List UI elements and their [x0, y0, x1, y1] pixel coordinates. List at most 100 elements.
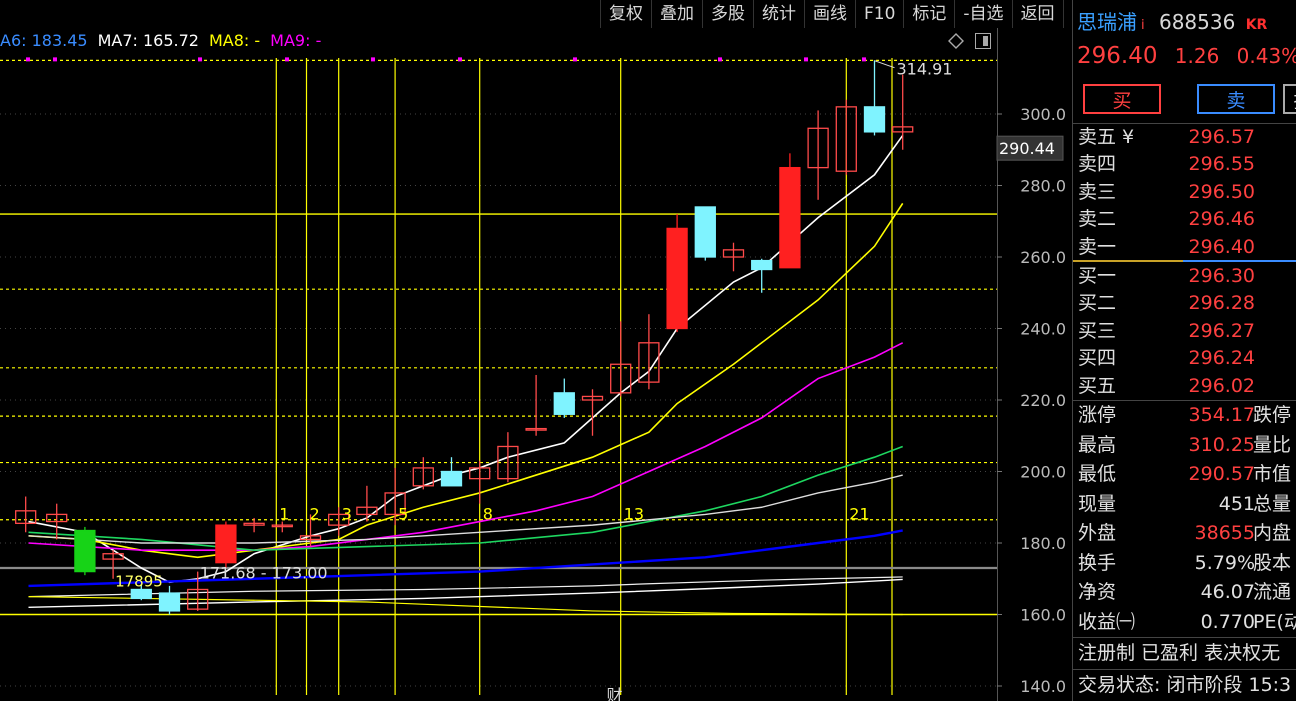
toolbar-button[interactable]: 叠加: [652, 0, 703, 28]
candle-body: [130, 588, 152, 600]
top-marker: [371, 57, 375, 62]
y-tick-label: 160.0: [1020, 606, 1066, 625]
fib-label: 1: [279, 505, 289, 524]
footer-tags: 注册制 已盈利 表决权无: [1078, 642, 1281, 664]
current-price: 296.40: [1077, 43, 1158, 69]
stat-value: 5.79%: [1194, 551, 1255, 574]
top-marker: [718, 57, 722, 62]
book-level-price: 296.28: [1188, 292, 1255, 315]
ma-legend: A6: 183.45 MA7: 165.72 MA8: - MA9: -: [0, 30, 331, 52]
stat-label-secondary: 跌停: [1253, 404, 1292, 426]
fib-label: 8: [483, 505, 493, 524]
y-tick-label: 140.0: [1020, 677, 1066, 696]
toolbar-button[interactable]: 统计: [754, 0, 805, 28]
ma-legend-item: MA7: 165.72: [97, 31, 199, 50]
fib-label: 2: [310, 505, 320, 524]
candle-body: [553, 392, 575, 415]
toolbar-button[interactable]: 多股: [703, 0, 754, 28]
toolbar-button[interactable]: 标记: [904, 0, 956, 28]
current-price-label: 290.44: [999, 139, 1055, 158]
book-level-price: 296.24: [1188, 347, 1255, 370]
ma-line: [28, 474, 903, 544]
stat-row: 换手 5.79% 股本: [1073, 550, 1296, 577]
quote-panel: 思瑞浦 i 688536 KR 296.40 1.26 0.43% 买 卖 撤 卖…: [1072, 0, 1296, 701]
stat-value: 46.07: [1200, 581, 1255, 603]
stat-label-secondary: 股本: [1253, 551, 1292, 574]
stat-label-secondary: 流通: [1253, 581, 1292, 603]
cancel-order-button[interactable]: 撤: [1283, 84, 1296, 114]
bid-row[interactable]: 买二 296.28: [1073, 290, 1296, 317]
stat-label: 涨停: [1078, 404, 1117, 426]
candle-body: [74, 529, 96, 573]
toolbar-button[interactable]: F10: [856, 0, 905, 28]
stat-label-secondary: 总量: [1253, 492, 1292, 515]
stat-value: 354.17: [1188, 404, 1255, 426]
stat-label: 最低: [1078, 463, 1117, 485]
top-marker: [573, 57, 577, 62]
toolbar-button[interactable]: -自选: [955, 0, 1013, 28]
stat-label: 收益㈠: [1078, 610, 1136, 633]
stock-name: 思瑞浦: [1077, 10, 1137, 34]
candle-body: [440, 470, 463, 487]
top-marker: [285, 57, 289, 62]
top-marker: [53, 57, 57, 62]
book-level-label: 买一: [1078, 265, 1117, 287]
candle-body: [694, 206, 716, 258]
trade-status: 交易状态: 闭市阶段 15:3: [1078, 674, 1292, 696]
candle-body: [779, 166, 801, 269]
price-change: 1.26: [1174, 44, 1220, 68]
toolbar-button[interactable]: 返回: [1013, 0, 1064, 28]
buy-button[interactable]: 买: [1083, 84, 1161, 114]
stat-row: 最高 310.25 量比: [1073, 432, 1296, 459]
y-tick-label: 260.0: [1020, 248, 1066, 267]
book-level-price: 296.02: [1188, 374, 1255, 397]
ask-row[interactable]: 卖四 296.55: [1073, 151, 1296, 178]
quote-line: 296.40 1.26 0.43%: [1077, 42, 1296, 70]
fib-label: 3: [342, 505, 352, 524]
y-tick-label: 220.0: [1020, 391, 1066, 410]
toolbar-button[interactable]: 画线: [805, 0, 856, 28]
ask-row[interactable]: 卖二 296.46: [1073, 206, 1296, 233]
ask-row[interactable]: 卖三 296.50: [1073, 179, 1296, 206]
book-level-label: 卖五 ¥: [1078, 126, 1135, 148]
bottom-mark: 财: [607, 686, 623, 701]
bid-row[interactable]: 买一 296.30: [1073, 263, 1296, 290]
ma-line: [28, 134, 904, 584]
stat-row: 涨停 354.17 跌停: [1073, 402, 1296, 429]
stat-row: 净资 46.07 流通: [1073, 579, 1296, 606]
y-tick-label: 300.0: [1020, 105, 1066, 124]
stat-label-secondary: PE(动: [1253, 610, 1296, 633]
toolbar-button[interactable]: 复权: [601, 0, 652, 28]
stat-row: 现量 451 总量: [1073, 491, 1296, 518]
candlestick-chart[interactable]: 300.0 280.0 260.0 240.0 220.0 200.0 180.0 160.0…: [0, 0, 1072, 701]
stat-row: 最低 290.57 市值: [1073, 461, 1296, 488]
bid-row[interactable]: 买四 296.24: [1073, 345, 1296, 372]
price-change-pct: 0.43%: [1236, 44, 1296, 68]
ma-legend-item: MA8: -: [208, 31, 261, 50]
stat-label: 最高: [1078, 433, 1117, 456]
book-level-price: 296.55: [1188, 153, 1255, 176]
book-level-label: 卖四: [1078, 153, 1117, 176]
stat-label-secondary: 内盘: [1253, 522, 1292, 544]
ask-row[interactable]: 卖五 ¥ 296.57: [1073, 124, 1296, 151]
panel-toggle-icon[interactable]: [975, 33, 991, 49]
stat-row: 外盘 38655 内盘: [1073, 520, 1296, 547]
diamond-icon[interactable]: [948, 33, 964, 49]
stat-row: 收益㈠ 0.770PE(动: [1073, 609, 1296, 636]
book-divider: [1073, 260, 1296, 262]
sell-button[interactable]: 卖: [1197, 84, 1275, 114]
stock-header: 思瑞浦 i 688536 KR: [1077, 6, 1267, 35]
fib-label: 21: [849, 505, 869, 524]
bid-row[interactable]: 买五 296.02: [1073, 373, 1296, 400]
stat-label-secondary: 量比: [1253, 433, 1292, 456]
bid-row[interactable]: 买三 296.27: [1073, 318, 1296, 345]
info-icon[interactable]: i: [1141, 18, 1145, 33]
top-marker: [26, 57, 30, 62]
stat-label: 换手: [1078, 551, 1117, 574]
stat-value: 310.25: [1188, 433, 1255, 456]
ask-row[interactable]: 卖一 296.40: [1073, 234, 1296, 261]
top-marker: [198, 57, 202, 62]
stat-label: 现量: [1078, 492, 1117, 515]
book-level-label: 买二: [1078, 292, 1117, 315]
y-tick-label: 240.0: [1020, 320, 1066, 339]
